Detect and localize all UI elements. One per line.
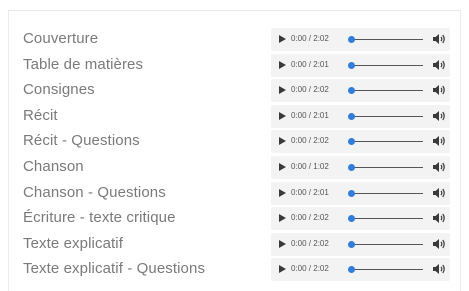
volume-icon[interactable]: [432, 212, 446, 224]
play-icon[interactable]: [279, 137, 286, 146]
list-item: Récit 0:00 / 2:01: [9, 104, 460, 130]
progress-thumb[interactable]: [348, 87, 355, 95]
progress-slider[interactable]: [348, 112, 423, 120]
track-title: Écriture - texte critique: [23, 209, 176, 227]
list-item: Texte explicatif - Questions 0:00 / 2:02: [9, 258, 460, 283]
volume-icon[interactable]: [432, 263, 446, 275]
progress-slider[interactable]: [348, 164, 423, 171]
time-display: 0:00 / 2:02: [291, 136, 329, 146]
track-title: Texte explicatif: [23, 234, 123, 252]
progress-thumb[interactable]: [348, 36, 355, 43]
play-icon[interactable]: [279, 239, 286, 248]
track-title: Chanson - Questions: [23, 183, 166, 201]
volume-icon[interactable]: [432, 187, 446, 199]
list-item: Consignes 0:00 / 2:02: [9, 79, 460, 104]
progress-slider[interactable]: [348, 36, 423, 43]
track-title: Récit: [23, 106, 58, 124]
time-display: 0:00 / 2:02: [291, 238, 329, 248]
progress-thumb[interactable]: [348, 61, 355, 69]
play-icon[interactable]: [279, 111, 286, 120]
audio-player: 0:00 / 2:01: [271, 104, 450, 128]
audio-player: 0:00 / 2:01: [271, 181, 450, 205]
track-title: Texte explicatif - Questions: [23, 260, 206, 278]
play-icon[interactable]: [279, 60, 286, 69]
time-display: 0:00 / 2:01: [291, 59, 329, 69]
play-icon[interactable]: [279, 86, 286, 95]
progress-slider[interactable]: [348, 240, 423, 248]
audio-player: 0:00 / 2:02: [271, 258, 450, 282]
play-icon[interactable]: [279, 163, 286, 171]
progress-thumb[interactable]: [348, 164, 355, 171]
volume-icon[interactable]: [432, 84, 446, 96]
progress-slider[interactable]: [348, 138, 423, 146]
time-display: 0:00 / 2:02: [291, 34, 329, 43]
track-title: Couverture: [23, 30, 99, 47]
play-icon[interactable]: [279, 265, 286, 274]
audio-player: 0:00 / 2:02: [271, 28, 450, 51]
audio-track-list: Couverture 0:00 / 2:02 Table de matières…: [8, 10, 461, 291]
track-title: Table de matières: [23, 55, 144, 73]
audio-player: 0:00 / 2:02: [271, 232, 450, 256]
list-item: Récit - Questions 0:00 / 2:02: [9, 130, 460, 155]
play-icon[interactable]: [279, 214, 286, 223]
time-display: 0:00 / 1:02: [291, 162, 329, 171]
list-item: Écriture - texte critique 0:00 / 2:02: [9, 207, 460, 232]
progress-slider[interactable]: [348, 87, 423, 95]
progress-slider[interactable]: [348, 189, 423, 197]
volume-icon[interactable]: [432, 161, 446, 173]
progress-thumb[interactable]: [348, 189, 355, 197]
time-display: 0:00 / 2:02: [291, 213, 329, 223]
track-title: Consignes: [23, 81, 95, 99]
audio-track-list-page: Couverture 0:00 / 2:02 Table de matières…: [0, 0, 469, 291]
list-item: Couverture 0:00 / 2:02: [9, 28, 460, 53]
list-item: Texte explicatif 0:00 / 2:02: [9, 232, 460, 258]
progress-thumb[interactable]: [348, 266, 355, 274]
audio-player: 0:00 / 1:02: [271, 156, 450, 179]
list-item: Table de matières 0:00 / 2:01: [9, 53, 460, 79]
time-display: 0:00 / 2:01: [291, 110, 329, 120]
play-icon[interactable]: [279, 188, 286, 197]
audio-player: 0:00 / 2:02: [271, 207, 450, 231]
progress-slider[interactable]: [348, 61, 423, 69]
volume-icon[interactable]: [432, 110, 446, 122]
list-item: Chanson - Questions 0:00 / 2:01: [9, 181, 460, 207]
progress-slider[interactable]: [348, 266, 423, 274]
play-icon[interactable]: [279, 35, 286, 43]
audio-player: 0:00 / 2:01: [271, 53, 450, 77]
time-display: 0:00 / 2:01: [291, 187, 329, 197]
volume-icon[interactable]: [432, 135, 446, 147]
progress-thumb[interactable]: [348, 215, 355, 223]
time-display: 0:00 / 2:02: [291, 264, 329, 274]
progress-slider[interactable]: [348, 215, 423, 223]
track-title: Chanson: [23, 158, 84, 175]
progress-thumb[interactable]: [348, 138, 355, 146]
volume-icon[interactable]: [432, 238, 446, 250]
list-item: Chanson 0:00 / 1:02: [9, 156, 460, 181]
track-title: Récit - Questions: [23, 132, 140, 150]
volume-icon[interactable]: [432, 59, 446, 71]
progress-thumb[interactable]: [348, 112, 355, 120]
audio-player: 0:00 / 2:02: [271, 79, 450, 103]
time-display: 0:00 / 2:02: [291, 85, 329, 95]
audio-player: 0:00 / 2:02: [271, 130, 450, 154]
progress-thumb[interactable]: [348, 240, 355, 248]
volume-icon[interactable]: [432, 33, 446, 45]
